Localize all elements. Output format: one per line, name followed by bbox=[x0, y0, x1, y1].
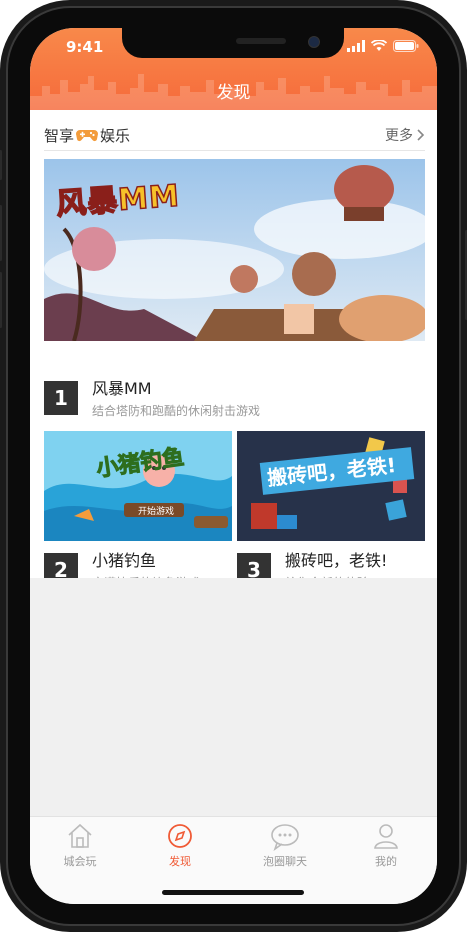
game-banner-3[interactable]: 搬砖吧，老铁! bbox=[237, 431, 425, 541]
chat-icon bbox=[271, 824, 299, 851]
chevron-right-icon bbox=[417, 129, 425, 141]
gamepad-icon bbox=[76, 130, 99, 142]
game-banner-2[interactable]: 小猪钓鱼 开始游戏 bbox=[44, 431, 232, 541]
mute-switch bbox=[0, 150, 2, 180]
page-title: 发现 bbox=[216, 83, 251, 103]
home-indicator bbox=[162, 890, 304, 895]
game-banner-title-1: 风暴MM bbox=[54, 178, 182, 223]
more-label: 更多 bbox=[385, 128, 413, 144]
speaker bbox=[236, 38, 286, 44]
tab-chat[interactable]: 泡圈聊天 bbox=[245, 821, 325, 869]
battery-icon bbox=[393, 40, 419, 52]
game-name-2[interactable]: 小猪钓鱼 bbox=[92, 547, 156, 571]
empty-content-area bbox=[30, 578, 437, 816]
game-name-1[interactable]: 风暴MM bbox=[92, 375, 152, 399]
phone-frame: 9:41 发现 智享 娱乐 更多 风暴MM 1 风暴MM 结合塔防和跑酷的休闲射… bbox=[0, 0, 467, 932]
wifi-icon bbox=[371, 40, 387, 51]
status-icons bbox=[347, 40, 419, 52]
game-banner-start-2: 开始游戏 bbox=[137, 507, 174, 517]
front-camera bbox=[308, 36, 320, 48]
screen: 9:41 发现 智享 娱乐 更多 风暴MM 1 风暴MM 结合塔防和跑酷的休闲射… bbox=[30, 28, 437, 904]
more-link[interactable]: 更多 bbox=[385, 125, 425, 145]
volume-down-button bbox=[0, 272, 2, 328]
volume-up-button bbox=[0, 205, 2, 261]
tab-chat-label: 泡圈聊天 bbox=[263, 855, 307, 868]
game-name-3[interactable]: 搬砖吧，老铁! bbox=[285, 547, 387, 571]
section-title-part2: 娱乐 bbox=[100, 126, 131, 145]
section-title: 智享 娱乐 bbox=[44, 125, 130, 146]
game-desc-1: 结合塔防和跑酷的休闲射击游戏 bbox=[92, 404, 261, 418]
tab-profile[interactable]: 我的 bbox=[346, 821, 426, 869]
rank-badge-1: 1 bbox=[44, 381, 78, 415]
game-banner-1[interactable]: 风暴MM bbox=[44, 159, 425, 341]
compass-icon bbox=[168, 824, 192, 848]
tab-home[interactable]: 城会玩 bbox=[40, 821, 120, 869]
home-icon bbox=[68, 823, 92, 848]
tab-home-label: 城会玩 bbox=[63, 855, 97, 868]
user-icon bbox=[374, 824, 398, 849]
status-time: 9:41 bbox=[66, 38, 104, 56]
tab-discover[interactable]: 发现 bbox=[140, 821, 220, 869]
notch bbox=[122, 28, 344, 58]
entertainment-section: 智享 娱乐 更多 风暴MM 1 风暴MM 结合塔防和跑酷的休闲射击游戏 小猪钓鱼… bbox=[30, 110, 437, 590]
section-title-part1: 智享 bbox=[44, 126, 75, 145]
cellular-signal-icon bbox=[347, 40, 365, 52]
section-header: 智享 娱乐 更多 bbox=[44, 120, 425, 151]
tab-discover-label: 发现 bbox=[169, 855, 191, 868]
tab-profile-label: 我的 bbox=[375, 855, 397, 868]
